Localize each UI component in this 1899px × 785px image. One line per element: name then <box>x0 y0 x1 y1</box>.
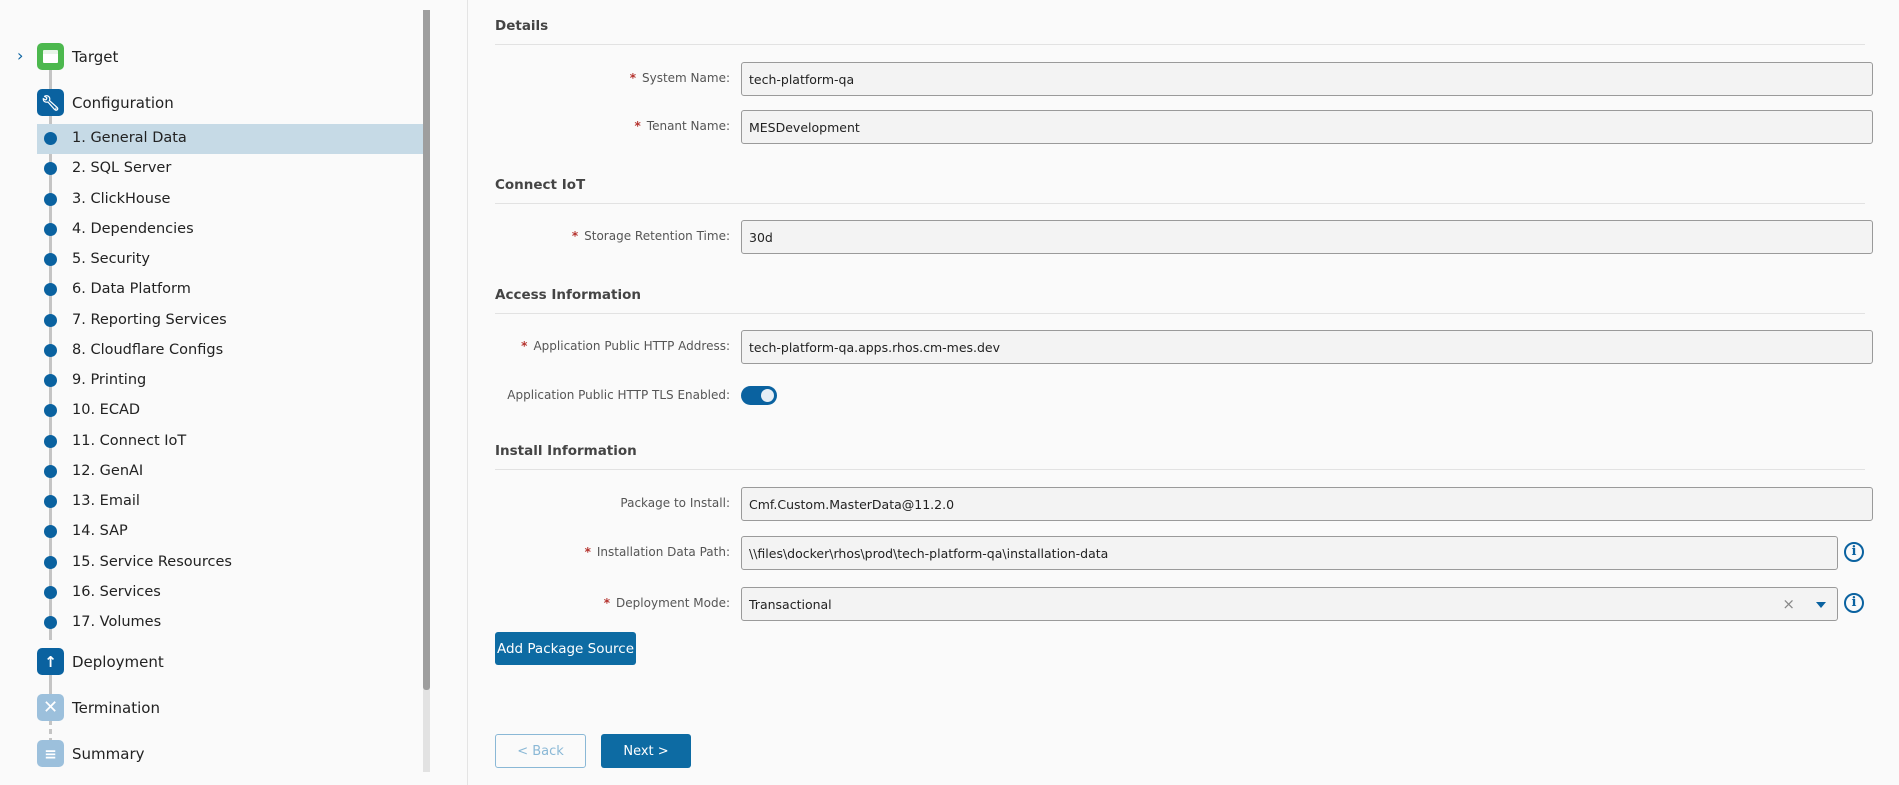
step-label: 13. Email <box>72 493 140 509</box>
step-dot-icon <box>44 616 57 629</box>
step-label: 5. Security <box>72 251 150 267</box>
step-item[interactable]: 10. ECAD <box>37 396 424 426</box>
tenant-name-label: * Tenant Name: <box>634 119 730 133</box>
step-dot-icon <box>44 495 57 508</box>
divider <box>467 0 468 785</box>
clear-icon[interactable]: × <box>1782 595 1795 613</box>
step-dot-icon <box>44 404 57 418</box>
phase-label: Termination <box>72 699 160 717</box>
path-label: * Installation Data Path: <box>584 545 730 559</box>
step-label: 1. General Data <box>72 130 187 146</box>
step-item[interactable]: 3. ClickHouse <box>37 185 424 215</box>
info-icon[interactable]: i <box>1844 542 1864 562</box>
section-details-title: Details <box>495 18 1865 45</box>
step-dot-icon <box>44 374 57 387</box>
step-label: 2. SQL Server <box>72 160 172 177</box>
step-item[interactable]: 5. Security <box>37 245 424 275</box>
next-button[interactable]: Next > <box>601 734 691 768</box>
step-dot-icon <box>44 283 57 297</box>
phase-label: Deployment <box>72 653 164 671</box>
system-name-label: * System Name: <box>629 71 730 85</box>
step-dot-icon <box>44 192 57 206</box>
deployment-mode-select[interactable]: Transactional × <box>741 587 1838 621</box>
step-item[interactable]: 11. Connect IoT <box>37 427 424 457</box>
address-input[interactable]: tech-platform-qa.apps.rhos.cm-mes.dev <box>741 330 1873 364</box>
mode-label: * Deployment Mode: <box>603 596 730 610</box>
step-item[interactable]: 8. Cloudflare Configs <box>37 336 424 366</box>
package-input[interactable]: Cmf.Custom.MasterData@11.2.0 <box>741 487 1873 521</box>
step-dot-icon <box>44 253 57 266</box>
phase-deployment[interactable]: ↑ Deployment <box>0 646 424 676</box>
wrench-icon: 🔧︎ <box>37 89 64 116</box>
tls-label: Application Public HTTP TLS Enabled: <box>507 388 730 402</box>
nav-scrollbar-thumb[interactable] <box>423 10 430 690</box>
tls-toggle[interactable] <box>741 386 777 405</box>
retention-input[interactable]: 30d <box>741 220 1873 254</box>
step-item[interactable]: 2. SQL Server <box>37 154 424 184</box>
address-label: * Application Public HTTP Address: <box>521 339 730 353</box>
step-item[interactable]: 12. GenAI <box>37 457 424 487</box>
step-label: 10. ECAD <box>72 402 141 419</box>
section-connect-iot-title: Connect IoT <box>495 177 1865 204</box>
step-dot-icon <box>44 132 57 145</box>
wizard-steps-nav: › Target 🔧︎ Configuration 1. General Dat… <box>0 0 424 772</box>
step-item[interactable]: 7. Reporting Services <box>37 306 424 336</box>
phase-label: Configuration <box>72 94 174 112</box>
section-install-title: Install Information <box>495 443 1865 470</box>
step-dot-icon <box>44 434 57 448</box>
step-label: 11. Connect IoT <box>72 432 187 449</box>
info-icon[interactable]: i <box>1844 593 1864 613</box>
system-name-input[interactable]: tech-platform-qa <box>741 62 1873 96</box>
document-icon: ≡ <box>37 740 64 767</box>
back-button[interactable]: < Back <box>495 734 586 768</box>
step-item[interactable]: 4. Dependencies <box>37 215 424 245</box>
step-label: 15. Service Resources <box>72 553 232 570</box>
retention-label: * Storage Retention Time: <box>571 229 730 243</box>
tenant-name-input[interactable]: MESDevelopment <box>741 110 1873 144</box>
step-dot-icon <box>44 222 57 236</box>
step-label: 4. Dependencies <box>72 220 194 237</box>
package-label: Package to Install: <box>620 496 730 510</box>
step-dot-icon <box>44 464 57 478</box>
step-item[interactable]: 6. Data Platform <box>37 275 424 305</box>
selected-value: Transactional <box>749 597 832 612</box>
step-label: 7. Reporting Services <box>72 311 227 328</box>
step-item[interactable]: 13. Email <box>37 487 424 517</box>
step-dot-icon <box>44 525 57 539</box>
upload-icon: ↑ <box>37 648 64 675</box>
step-dot-icon <box>44 555 57 569</box>
step-label: 8. Cloudflare Configs <box>72 341 224 358</box>
close-icon: ✕ <box>37 694 64 721</box>
step-label: 3. ClickHouse <box>72 190 171 207</box>
chevron-down-icon[interactable] <box>1816 602 1826 608</box>
step-item[interactable]: 16. Services <box>37 578 424 608</box>
step-label: 12. GenAI <box>72 462 144 479</box>
step-item[interactable]: 17. Volumes <box>37 608 424 638</box>
step-label: 9. Printing <box>72 372 147 388</box>
step-dot-icon <box>44 162 57 176</box>
phase-termination[interactable]: ✕ Termination <box>0 692 424 722</box>
phase-label: Summary <box>72 745 145 763</box>
package-icon <box>37 43 64 70</box>
phase-summary[interactable]: ≡ Summary <box>0 738 424 768</box>
section-access-title: Access Information <box>495 287 1865 314</box>
step-label: 6. Data Platform <box>72 281 191 298</box>
step-item[interactable]: 14. SAP <box>37 517 424 547</box>
step-label: 17. Volumes <box>72 614 162 630</box>
step-dot-icon <box>44 313 57 327</box>
step-label: 14. SAP <box>72 523 128 540</box>
step-item[interactable]: 9. Printing <box>37 366 424 396</box>
step-dot-icon <box>44 585 57 599</box>
path-input[interactable]: \\files\docker\rhos\prod\tech-platform-q… <box>741 536 1838 570</box>
phase-configuration[interactable]: 🔧︎ Configuration <box>0 87 424 117</box>
step-item[interactable]: 1. General Data <box>37 124 424 154</box>
phase-label: Target <box>72 48 119 66</box>
step-label: 16. Services <box>72 583 161 600</box>
step-item[interactable]: 15. Service Resources <box>37 548 424 578</box>
phase-target[interactable]: Target <box>0 41 424 71</box>
step-dot-icon <box>44 343 57 357</box>
add-package-source-button[interactable]: Add Package Source <box>495 632 636 665</box>
